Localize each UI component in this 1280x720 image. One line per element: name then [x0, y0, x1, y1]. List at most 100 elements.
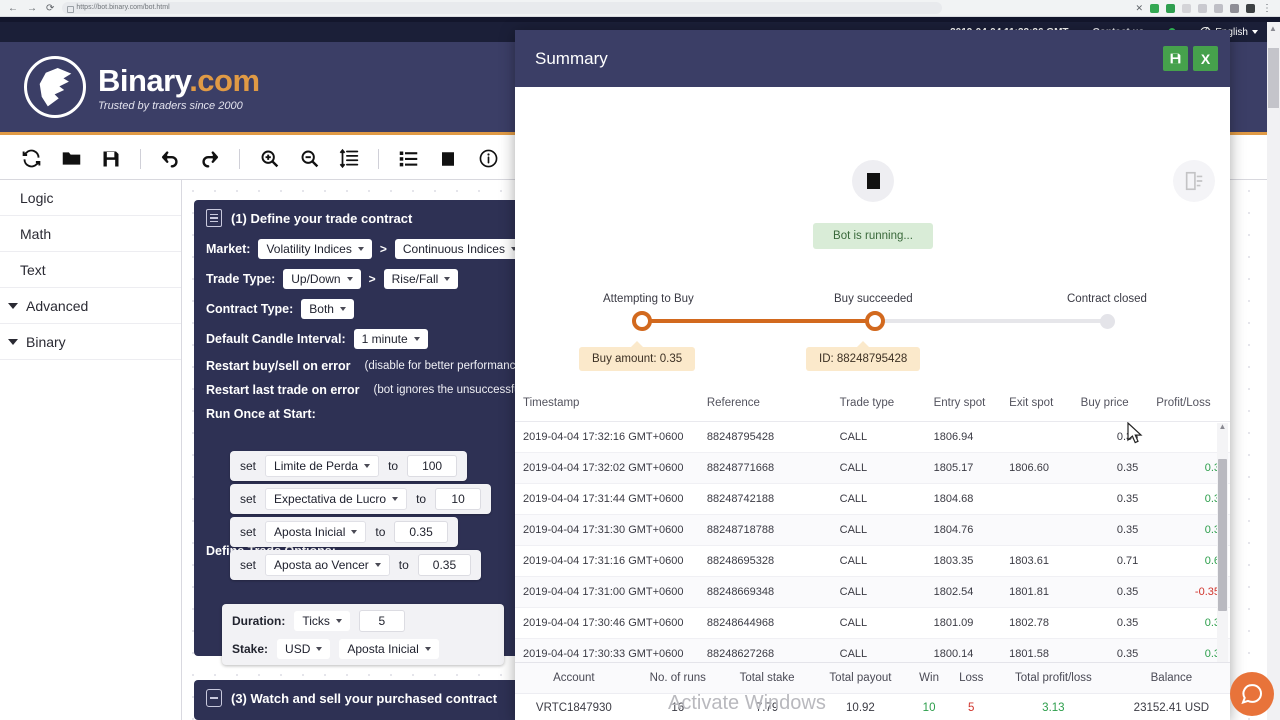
table-row[interactable]: 2019-04-04 17:31:00 GMT+0600 88248669348 C… — [515, 576, 1230, 608]
reload-icon[interactable]: ⟳ — [46, 3, 54, 14]
account-summary-body: VRTC1847930 16 7.79 10.92 10 5 3.13 2315… — [515, 694, 1230, 720]
table-row[interactable]: 2019-04-04 17:31:30 GMT+0600 88248718788 C… — [515, 514, 1230, 546]
set-variable-block[interactable]: set Expectativa de Lucro to 10 — [230, 484, 492, 514]
zoom-in-icon[interactable] — [258, 148, 280, 170]
sort-icon[interactable] — [338, 148, 360, 170]
info-icon[interactable] — [477, 148, 499, 170]
list-icon[interactable] — [397, 148, 419, 170]
scroll-up-arrow-icon[interactable]: ▲ — [1219, 422, 1227, 431]
progress-node-attempting[interactable] — [632, 311, 652, 331]
variable-value-input[interactable]: 0.35 — [417, 554, 472, 576]
sidebar-item-binary[interactable]: Binary — [0, 324, 181, 360]
close-icon[interactable]: X — [1193, 46, 1218, 71]
set-variable-block[interactable]: set Aposta ao Vencer to 0.35 — [230, 550, 482, 580]
chat-icon — [1241, 684, 1263, 705]
scroll-up-arrow-icon[interactable]: ▲ — [1269, 24, 1277, 33]
extension-icon-4[interactable] — [1198, 3, 1207, 13]
duration-unit-dropdown[interactable]: Ticks — [294, 611, 350, 631]
page-scrollbar[interactable]: ▲ — [1267, 22, 1280, 720]
cell-trade-type: CALL — [831, 545, 926, 577]
variable-dropdown[interactable]: Aposta ao Vencer — [265, 554, 390, 576]
market-label: Market: — [206, 242, 251, 256]
th-reference: Reference — [698, 387, 832, 422]
toolbar-divider — [140, 148, 141, 169]
chevron-down-icon — [339, 307, 346, 311]
cell-timestamp: 2019-04-04 17:32:16 GMT+0600 — [515, 421, 699, 453]
submarket-dropdown[interactable]: Continuous Indices — [394, 239, 525, 259]
table-row[interactable]: 2019-04-04 17:31:16 GMT+0600 88248695328 C… — [515, 545, 1230, 577]
progress-node-contract-closed[interactable] — [1100, 314, 1115, 329]
candle-interval-dropdown[interactable]: 1 minute — [353, 329, 428, 349]
stake-row: Stake: USD Aposta Inicial — [232, 639, 494, 659]
table-row[interactable]: 2019-04-04 17:31:44 GMT+0600 88248742188 C… — [515, 483, 1230, 515]
extension-icon-3[interactable] — [1182, 3, 1191, 13]
undo-icon[interactable] — [159, 148, 181, 170]
variable-dropdown[interactable]: Limite de Perda — [265, 455, 380, 477]
trades-scrollbar-thumb[interactable] — [1218, 459, 1227, 611]
redo-icon[interactable] — [199, 148, 221, 170]
cell-reference: 88248771668 — [698, 452, 832, 484]
trade-type-value: Up/Down — [291, 272, 341, 286]
sidebar-item-label: Text — [20, 261, 46, 278]
duration-value-input[interactable]: 5 — [358, 610, 405, 632]
cell-buy-price: 0.35 — [1072, 483, 1149, 515]
table-row[interactable]: 2019-04-04 17:30:46 GMT+0600 88248644968 C… — [515, 607, 1230, 639]
sidebar-item-advanced[interactable]: Advanced — [0, 288, 181, 324]
stop-bot-button[interactable] — [852, 160, 894, 202]
cell-trade-type: CALL — [831, 421, 926, 453]
cell-total-stake: 7.79 — [755, 702, 779, 714]
block-title: (3) Watch and sell your purchased contra… — [231, 690, 498, 706]
page-scrollbar-thumb[interactable] — [1268, 48, 1279, 108]
variable-value-input[interactable]: 0.35 — [394, 521, 448, 543]
triangle-down-icon — [8, 302, 18, 309]
contract-icon — [206, 209, 222, 227]
set-variable-block[interactable]: set Aposta Inicial to 0.35 — [230, 517, 458, 547]
trade-options-panel[interactable]: Duration: Ticks 5 Stake: USD Aposta Inic… — [222, 604, 504, 665]
sidebar-item-math[interactable]: Math — [0, 216, 181, 252]
progress-node-buy-succeeded[interactable] — [865, 311, 885, 331]
contract-type-dropdown[interactable]: Both — [301, 299, 354, 319]
forward-arrow-icon[interactable]: → — [27, 3, 37, 14]
variable-value-input[interactable]: 100 — [407, 455, 458, 477]
reset-icon[interactable] — [20, 148, 42, 170]
extension-icon-1[interactable] — [1150, 3, 1159, 13]
variable-value-input[interactable]: 10 — [435, 488, 482, 510]
cell-timestamp: 2019-04-04 17:32:02 GMT+0600 — [515, 452, 699, 484]
extension-icon-5[interactable] — [1214, 3, 1223, 13]
mouse-cursor — [1127, 422, 1143, 444]
extension-icon-6[interactable] — [1230, 3, 1239, 13]
close-icon[interactable]: ✕ — [1135, 3, 1143, 14]
clear-log-button[interactable] — [1173, 160, 1215, 202]
stop-icon[interactable] — [437, 148, 459, 170]
table-row[interactable]: 2019-04-04 17:32:02 GMT+0600 88248771668 C… — [515, 452, 1230, 484]
chrome-menu-icon[interactable]: ⋮ — [1262, 3, 1272, 14]
toolbar-divider — [378, 148, 379, 169]
zoom-out-icon[interactable] — [298, 148, 320, 170]
back-arrow-icon[interactable]: ← — [8, 3, 18, 14]
extension-icon-2[interactable] — [1166, 3, 1175, 13]
sidebar-item-text[interactable]: Text — [0, 252, 181, 288]
stake-currency-dropdown[interactable]: USD — [277, 639, 331, 659]
binary-logo[interactable]: Binary.com Trusted by traders since 2000 — [24, 56, 260, 118]
trade-type-dropdown[interactable]: Up/Down — [283, 269, 361, 289]
stake-variable-dropdown[interactable]: Aposta Inicial — [339, 639, 439, 659]
th-buy-price: Buy price — [1072, 387, 1149, 422]
variable-dropdown[interactable]: Aposta Inicial — [265, 521, 367, 543]
set-variable-block[interactable]: set Limite de Perda to 100 — [230, 451, 468, 481]
trades-table-head: Timestamp Reference Trade type Entry spo… — [515, 387, 1230, 422]
folder-open-icon[interactable] — [60, 148, 82, 170]
market-dropdown[interactable]: Volatility Indices — [258, 239, 372, 259]
address-bar[interactable]: https://bot.binary.com/bot.html — [62, 2, 943, 14]
sidebar-item-logic[interactable]: Logic — [0, 180, 181, 216]
stake-label: Stake: — [232, 642, 269, 656]
avatar[interactable] — [1246, 3, 1255, 13]
save-icon[interactable] — [100, 148, 122, 170]
variable-dropdown[interactable]: Expectativa de Lucro — [265, 488, 408, 510]
chat-button[interactable] — [1230, 672, 1274, 716]
brand-wordmark: Binary.com — [98, 63, 260, 99]
cell-reference: 88248644968 — [698, 607, 832, 639]
trade-subtype-dropdown[interactable]: Rise/Fall — [383, 269, 459, 289]
table-row[interactable]: 2019-04-04 17:32:16 GMT+0600 88248795428 C… — [515, 421, 1230, 453]
run-once-label: Run Once at Start: — [206, 407, 316, 421]
save-icon[interactable] — [1163, 46, 1188, 71]
